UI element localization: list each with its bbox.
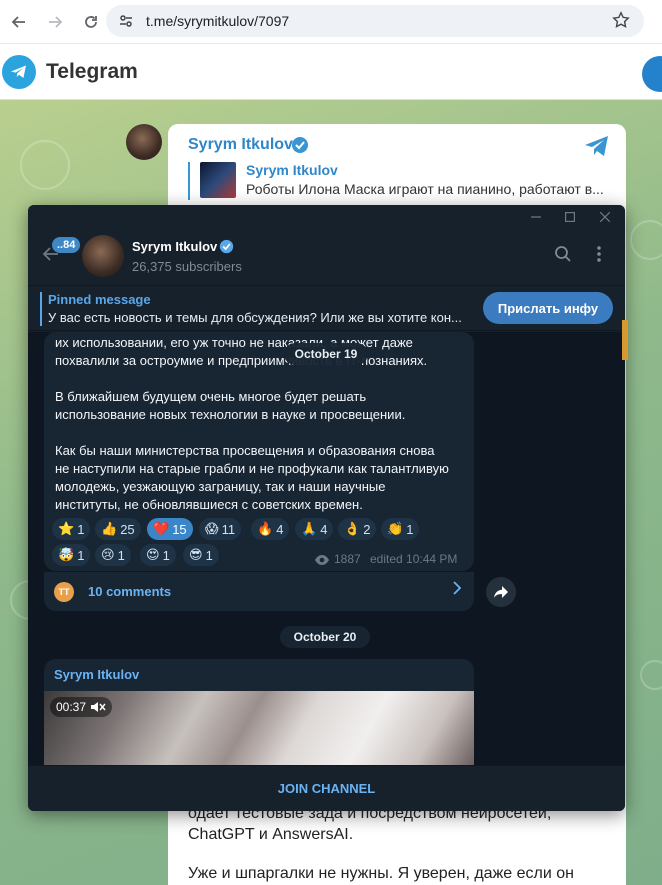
reload-icon[interactable] [74,5,108,39]
channel-header: ..84 Syrym Itkulov 26,375 subscribers [28,229,625,285]
message-line: институты, не обновлявшиеся с советских … [55,497,363,512]
views-icon [314,554,330,569]
reaction-fire[interactable]: 🔥 4 [251,518,290,540]
minimize-icon[interactable] [526,207,546,227]
reaction-sunglasses[interactable]: 😎 1 [183,544,219,566]
close-icon[interactable] [595,207,615,227]
chevron-right-icon [452,580,462,601]
channel-name[interactable]: Syrym Itkulov [132,239,217,254]
telegram-web-header: Telegram [0,44,662,100]
floating-date-chip: October 19 [284,343,368,365]
comments-button[interactable]: TT 10 comments [44,571,474,611]
subscriber-count: 26,375 subscribers [132,259,242,274]
telegram-brand-title: Telegram [46,59,138,83]
unread-badge: ..84 [52,237,81,253]
site-settings-icon[interactable] [112,13,140,29]
channel-avatar[interactable] [82,235,124,277]
telegram-plane-icon[interactable] [584,134,610,163]
open-in-app-button[interactable] [642,56,662,92]
video-preview[interactable]: 00:37 [44,691,474,765]
window-titlebar [28,205,625,229]
web-post-channel-name[interactable]: Syrym Itkulov [188,136,293,154]
reaction-thumbs-up[interactable]: 👍 25 [95,518,141,540]
bookmark-star-icon[interactable] [612,11,630,34]
reaction-heart[interactable]: ❤️ 15 [147,518,193,540]
forwarded-thumbnail [200,162,236,198]
pinned-message-bar[interactable]: Pinned message У вас есть новость и темы… [28,285,625,331]
telegram-logo-icon [2,54,36,89]
web-post-text-line: Уже и шпаргалки не нужны. Я уверен, даже… [188,865,574,882]
forwarded-text: Роботы Илона Маска играют на пианино, ра… [246,181,604,197]
message-line: Как бы наши министерства просвещения и о… [55,443,435,458]
browser-toolbar: t.me/syrymitkulov/7097 [0,0,662,44]
url-text[interactable]: t.me/syrymitkulov/7097 [146,13,289,29]
message-line: похвалили за остроумие и предприимчивост… [55,353,428,368]
join-channel-bar[interactable]: JOIN CHANNEL [28,765,625,811]
video-duration[interactable]: 00:37 [50,697,113,717]
forwarded-preview[interactable]: Syrym Itkulov Роботы Илона Маска играют … [188,162,608,200]
message-line: использование новых технологии в науке и… [55,407,406,422]
more-menu-icon[interactable] [596,245,602,268]
telegram-desktop-window: ..84 Syrym Itkulov 26,375 subscribers Pi… [28,205,625,811]
pinned-text: У вас есть новость и темы для обсуждения… [48,310,462,325]
search-icon[interactable] [554,245,572,268]
edited-time: edited 10:44 PM [370,552,458,566]
forward-icon[interactable] [38,5,72,39]
address-bar[interactable]: t.me/syrymitkulov/7097 [106,5,644,37]
reaction-clap[interactable]: 👏 1 [381,518,420,540]
message-line: В ближайшем будущем очень многое будет р… [55,389,367,404]
pinned-title: Pinned message [48,292,151,307]
message-line: не наступили на старые грабли и не профу… [55,461,449,476]
maximize-icon[interactable] [560,207,580,227]
join-channel-button[interactable]: JOIN CHANNEL [278,781,376,796]
reaction-pray[interactable]: 🙏 4 [295,518,334,540]
verified-icon [291,136,309,159]
reaction-scream[interactable]: 😱 11 [199,518,242,540]
video-message-bubble[interactable]: Syrym Itkulov 00:37 [44,659,474,765]
message-line: молодежь, уезжающую заграницу, так и наш… [55,479,386,494]
share-arrow-icon [494,586,508,598]
comments-label: 10 comments [88,584,172,599]
verified-icon [219,239,234,259]
web-post-avatar[interactable] [126,124,162,160]
commenter-avatar: TT [54,582,74,602]
reaction-heart-eyes[interactable]: 😍 1 [140,544,176,566]
reaction-mind-blown[interactable]: 🤯 1 [52,544,91,566]
reaction-cry[interactable]: 😢 1 [95,544,131,566]
send-info-button[interactable]: Прислать инфу [483,292,613,324]
web-post-edge [622,320,628,360]
mute-icon [91,702,106,712]
forwarded-author: Syrym Itkulov [246,162,338,178]
message-list[interactable]: их использовании, его уж точно не наказа… [28,332,625,765]
web-post-text-line: ChatGPT и AnswersAI. [188,826,354,843]
view-count: 1887 [334,552,361,566]
reaction-star[interactable]: ⭐ 1 [52,518,91,540]
back-icon[interactable] [2,5,36,39]
pinned-accent-bar [40,292,42,326]
reaction-ok-hand[interactable]: 👌 2 [338,518,377,540]
share-button[interactable] [486,577,516,607]
post-author[interactable]: Syrym Itkulov [54,667,139,682]
date-separator: October 20 [280,626,370,648]
